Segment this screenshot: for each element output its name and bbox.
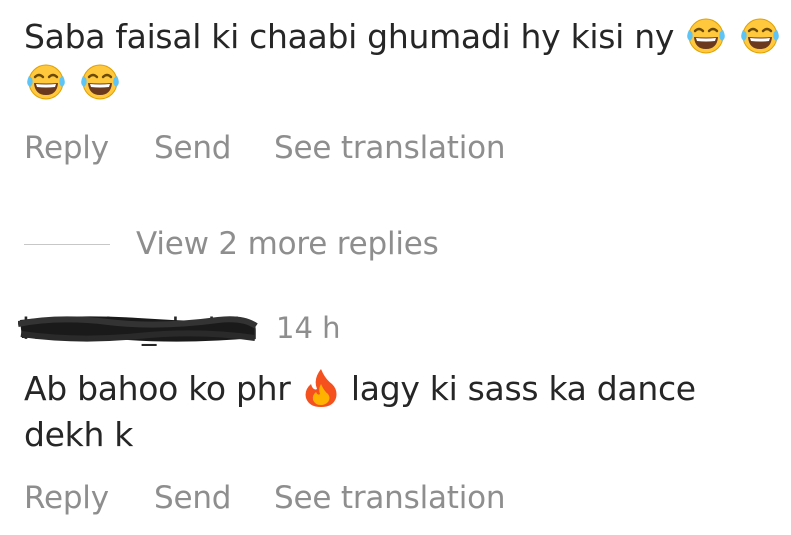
comment-text: Saba faisal ki chaabi ghumadi hy kisi ny <box>24 14 784 106</box>
view-more-replies-label[interactable]: View 2 more replies <box>136 226 439 262</box>
redaction-scribble-icon <box>18 316 258 342</box>
see-translation-button[interactable]: See translation <box>274 480 506 516</box>
comment-body-part1: Ab bahoo ko phr <box>24 369 291 408</box>
username-redacted[interactable]: hamaira_shakila <box>18 308 258 348</box>
fire-emoji-icon <box>301 367 341 409</box>
tears-of-joy-emoji-icon <box>684 16 728 56</box>
tears-of-joy-emoji-icon <box>738 16 782 56</box>
reply-button[interactable]: Reply <box>24 130 109 166</box>
comment-text: Ab bahoo ko phr lagy ki sass ka dance de… <box>24 366 764 458</box>
see-translation-button[interactable]: See translation <box>274 130 506 166</box>
reply-button[interactable]: Reply <box>24 480 109 516</box>
tears-of-joy-emoji-icon <box>24 62 68 102</box>
tears-of-joy-emoji-icon <box>78 62 122 102</box>
view-more-replies[interactable]: View 2 more replies <box>24 226 439 262</box>
timestamp: 14 h <box>276 311 341 345</box>
send-button[interactable]: Send <box>154 130 231 166</box>
comment-body: Saba faisal ki chaabi ghumadi hy kisi ny <box>24 17 675 56</box>
send-button[interactable]: Send <box>154 480 231 516</box>
comment-header: hamaira_shakila 14 h <box>18 308 341 348</box>
divider-line <box>24 243 110 245</box>
